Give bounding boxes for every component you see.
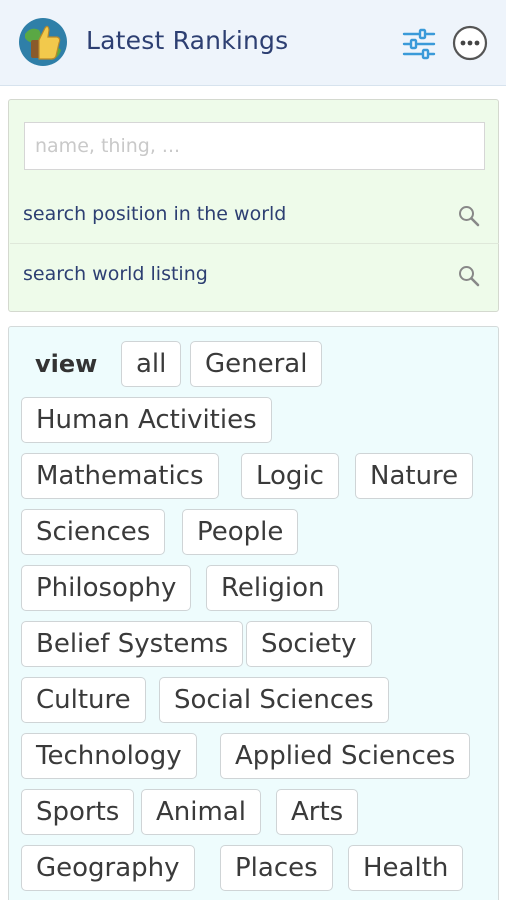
app-header: Latest Rankings <box>0 0 506 86</box>
category-chip-human-activities[interactable]: Human Activities <box>21 397 272 443</box>
page-title: Latest Rankings <box>86 26 289 55</box>
more-dots-icon[interactable] <box>452 25 488 61</box>
category-chip-sports[interactable]: Sports <box>21 789 135 835</box>
sliders-icon[interactable] <box>401 26 437 62</box>
category-chip-applied-sciences[interactable]: Applied Sciences <box>220 733 471 779</box>
search-icon <box>459 206 480 227</box>
category-chip-culture[interactable]: Culture <box>21 677 146 723</box>
category-chip-religion[interactable]: Religion <box>206 565 340 611</box>
search-option-label: search position in the world <box>23 203 287 225</box>
category-chip-sciences[interactable]: Sciences <box>21 509 166 555</box>
category-chip-logic[interactable]: Logic <box>241 453 339 499</box>
search-option-label: search world listing <box>23 263 208 285</box>
category-chip-geography[interactable]: Geography <box>21 845 195 891</box>
category-chip-technology[interactable]: Technology <box>21 733 197 779</box>
category-chip-health[interactable]: Health <box>348 845 464 891</box>
category-chip-mathematics[interactable]: Mathematics <box>21 453 219 499</box>
category-chip-philosophy[interactable]: Philosophy <box>21 565 192 611</box>
category-panel: view all General Human Activities Mathem… <box>8 326 499 900</box>
category-chip-nature[interactable]: Nature <box>355 453 474 499</box>
category-chip-all[interactable]: all <box>121 341 182 387</box>
category-chip-people[interactable]: People <box>182 509 299 555</box>
category-chip-society[interactable]: Society <box>246 621 372 667</box>
search-panel: search position in the world search worl… <box>8 99 499 312</box>
view-label: view <box>35 350 98 378</box>
category-chip-arts[interactable]: Arts <box>276 789 359 835</box>
category-chip-places[interactable]: Places <box>220 845 333 891</box>
search-icon <box>459 266 480 287</box>
thumbs-up-globe-icon <box>19 18 67 66</box>
search-position-option[interactable]: search position in the world <box>10 186 499 244</box>
category-chip-belief-systems[interactable]: Belief Systems <box>21 621 244 667</box>
category-chip-animal[interactable]: Animal <box>141 789 261 835</box>
category-chip-social-sciences[interactable]: Social Sciences <box>159 677 389 723</box>
category-chip-general[interactable]: General <box>190 341 323 387</box>
search-listing-option[interactable]: search world listing <box>10 246 499 304</box>
search-input[interactable] <box>24 122 485 170</box>
